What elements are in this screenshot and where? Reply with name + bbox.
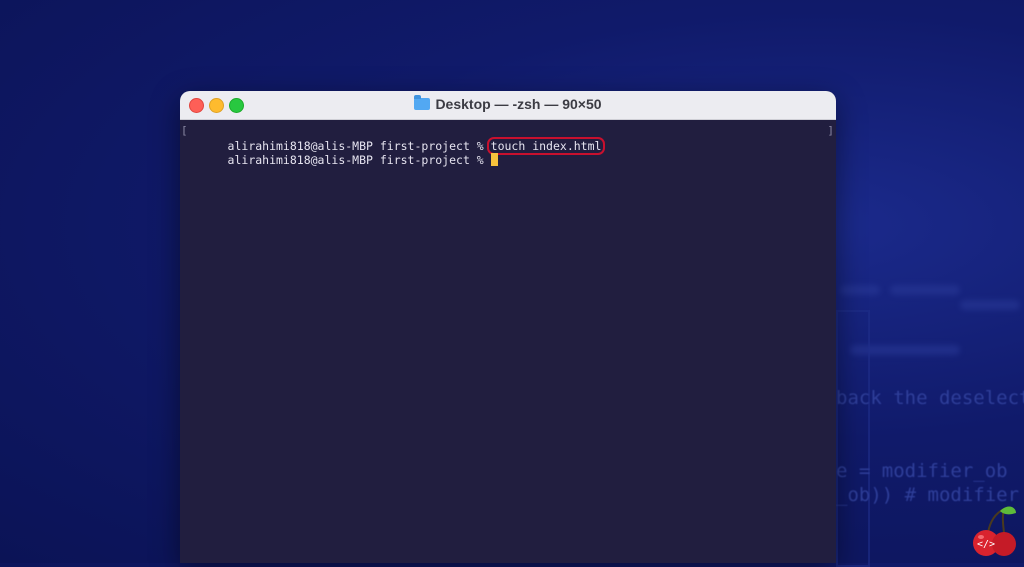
window-title-text: Desktop — -zsh — 90×50 <box>435 96 602 112</box>
background-blur-line <box>890 285 960 295</box>
cherry-logo-icon: </> <box>973 506 1016 556</box>
terminal-content[interactable]: [ ] alirahimi818@alis-MBP first-project … <box>180 120 836 563</box>
terminal-window[interactable]: Desktop — -zsh — 90×50 [ ] alirahimi818@… <box>180 91 836 563</box>
background-code-line: back the deselecte <box>836 387 1024 409</box>
svg-text:</>: </> <box>977 539 995 550</box>
text-cursor <box>490 153 498 166</box>
window-title: Desktop — -zsh — 90×50 <box>180 95 836 112</box>
terminal-prompt: alirahimi818@alis-MBP first-project % <box>227 153 491 167</box>
terminal-line: alirahimi818@alis-MBP first-project % to… <box>186 124 836 155</box>
background-code-line: e = modifier_ob <box>836 460 1008 482</box>
folder-icon <box>414 95 431 110</box>
background-frame <box>836 310 870 567</box>
background-blur-line <box>840 285 880 295</box>
background-blur-line <box>960 300 1020 310</box>
title-bar[interactable]: Desktop — -zsh — 90×50 <box>180 91 836 120</box>
terminal-line: alirahimi818@alis-MBP first-project % <box>186 139 836 167</box>
